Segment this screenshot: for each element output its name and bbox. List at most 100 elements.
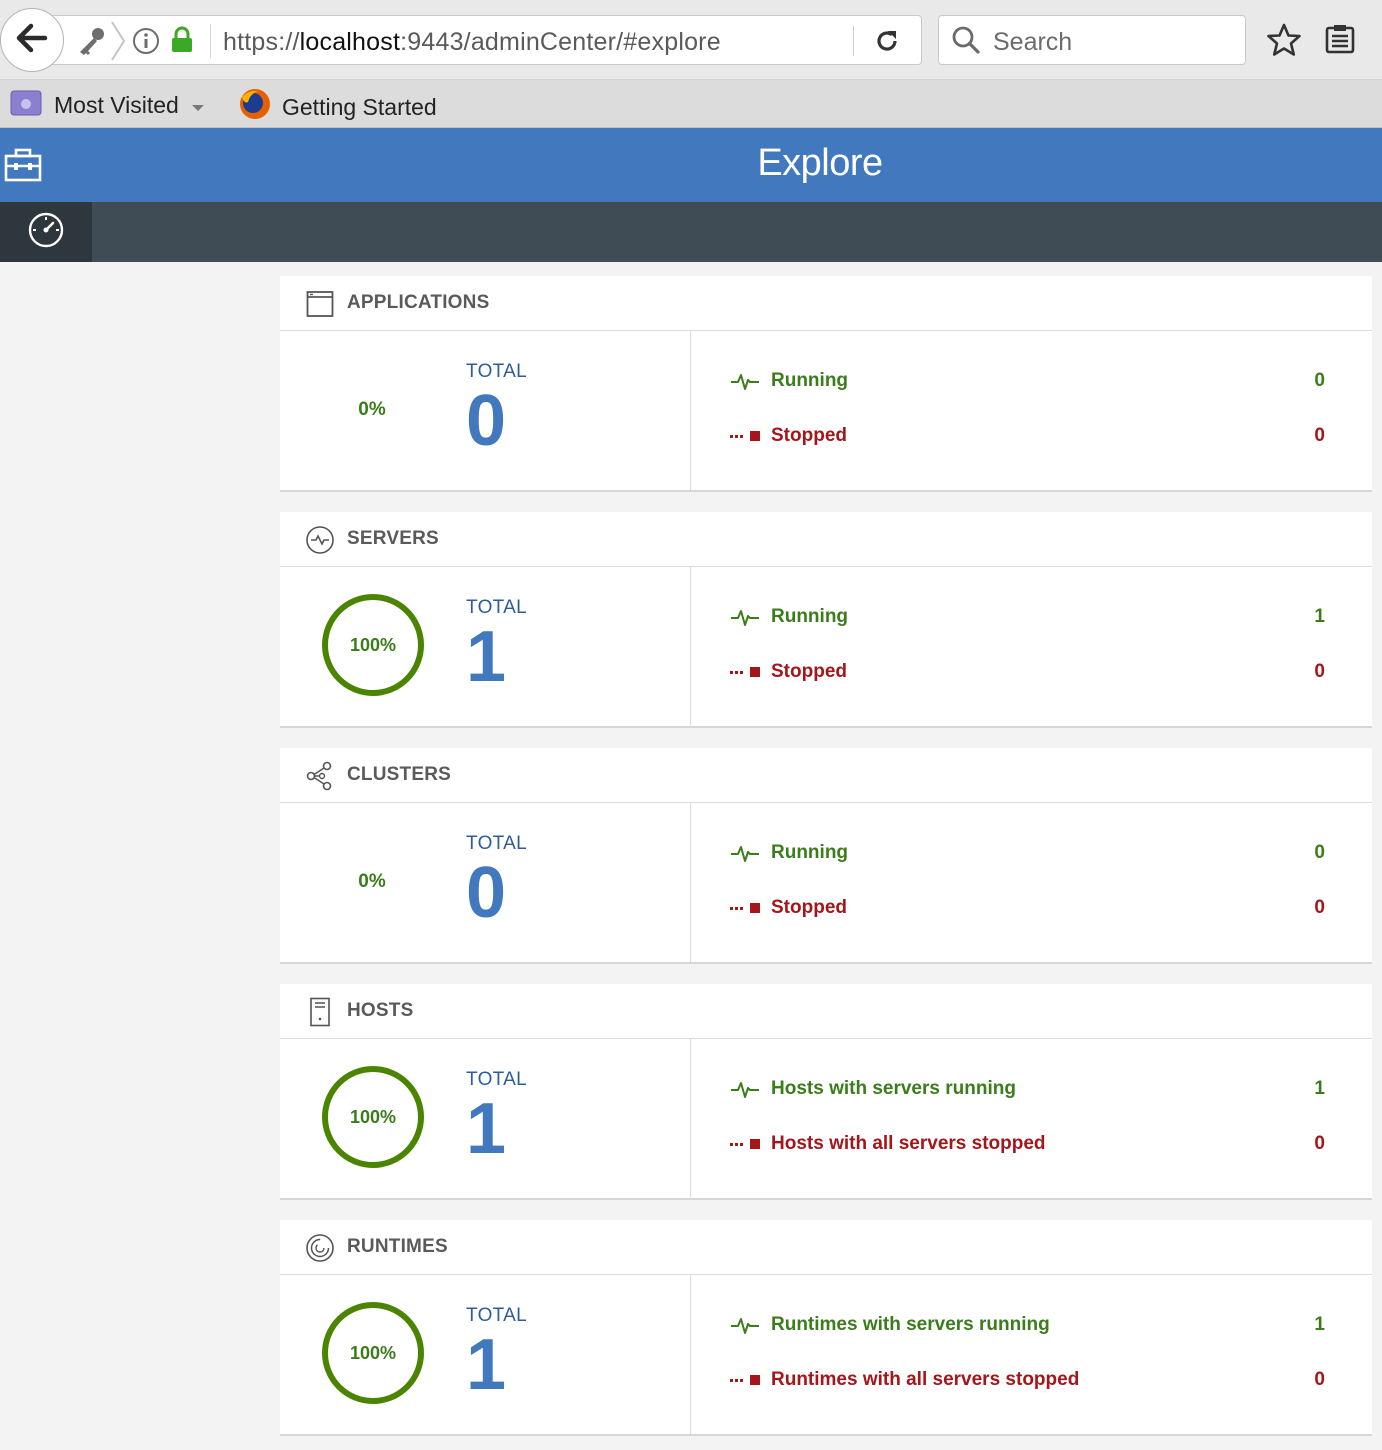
url-text[interactable]: https://localhost:9443/adminCenter/#expl… — [223, 28, 721, 57]
stopped-icon — [730, 1368, 760, 1392]
card-header: APPLICATIONS — [280, 276, 1372, 331]
chevron-down-icon — [191, 92, 205, 119]
url-scheme: https:// — [223, 28, 300, 56]
card-header: CLUSTERS — [280, 748, 1372, 803]
back-button[interactable] — [0, 8, 64, 72]
stopped-icon — [730, 660, 760, 684]
url-separator — [210, 24, 211, 58]
stopped-icon — [730, 424, 760, 448]
reading-list-icon[interactable] — [1324, 23, 1356, 60]
stopped-count: 0 — [1314, 897, 1325, 918]
running-count: 1 — [1314, 1314, 1325, 1335]
heartbeat-icon — [730, 369, 760, 393]
card-divider — [690, 1039, 691, 1198]
card-title: APPLICATIONS — [347, 292, 490, 313]
stopped-icon — [730, 1132, 760, 1156]
card-body: 100% TOTAL 1 Running 1 Stopped 0 — [280, 567, 1372, 726]
stopped-count: 0 — [1314, 1133, 1325, 1154]
heartbeat-icon — [730, 605, 760, 629]
card-body: 0% TOTAL 0 Running 0 Stopped 0 — [280, 331, 1372, 490]
server-icon — [304, 524, 336, 556]
stopped-label: Stopped — [771, 661, 847, 682]
running-row[interactable]: Running 1 — [730, 603, 1330, 631]
running-count: 1 — [1314, 606, 1325, 627]
running-row[interactable]: Running 0 — [730, 367, 1330, 395]
card-body: 100% TOTAL 1 Hosts with servers running … — [280, 1039, 1372, 1198]
card-body: 0% TOTAL 0 Running 0 Stopped 0 — [280, 803, 1372, 962]
bookmark-label: Getting Started — [282, 93, 437, 120]
bookmark-most-visited[interactable]: Most Visited — [10, 88, 205, 122]
reload-separator — [853, 26, 854, 56]
bookmark-label: Most Visited — [54, 91, 179, 118]
card-runtimes[interactable]: RUNTIMES 100% TOTAL 1 Runtimes with serv… — [280, 1220, 1372, 1436]
stopped-label: Hosts with all servers stopped — [771, 1133, 1046, 1154]
lock-icon[interactable] — [170, 26, 194, 59]
card-title: HOSTS — [347, 1000, 414, 1021]
percent-label: 100% — [349, 1342, 397, 1363]
card-clusters[interactable]: CLUSTERS 0% TOTAL 0 Running 0 Stopped 0 — [280, 748, 1372, 964]
percent-label: 100% — [349, 1106, 397, 1127]
stopped-row[interactable]: Runtimes with all servers stopped 0 — [730, 1366, 1330, 1394]
percent-ring: 100% — [322, 1066, 424, 1168]
total-count: 1 — [466, 617, 507, 697]
card-header: HOSTS — [280, 984, 1372, 1039]
card-header: SERVERS — [280, 512, 1372, 567]
card-hosts[interactable]: HOSTS 100% TOTAL 1 Hosts with servers ru… — [280, 984, 1372, 1200]
percent-label: 0% — [358, 871, 386, 892]
running-label: Runtimes with servers running — [771, 1314, 1050, 1335]
firefox-icon — [238, 88, 272, 126]
stopped-row[interactable]: Stopped 0 — [730, 894, 1330, 922]
heartbeat-icon — [730, 841, 760, 865]
card-header: RUNTIMES — [280, 1220, 1372, 1275]
running-count: 1 — [1314, 1078, 1325, 1099]
card-divider — [690, 1275, 691, 1434]
card-servers[interactable]: SERVERS 100% TOTAL 1 Running 1 Stopped 0 — [280, 512, 1372, 728]
running-row[interactable]: Running 0 — [730, 839, 1330, 867]
stopped-label: Stopped — [771, 425, 847, 446]
running-label: Hosts with servers running — [771, 1078, 1016, 1099]
card-divider — [690, 803, 691, 962]
stopped-count: 0 — [1314, 661, 1325, 682]
toolbar — [0, 202, 1382, 262]
card-title: CLUSTERS — [347, 764, 451, 785]
bookmark-getting-started[interactable]: Getting Started — [238, 88, 437, 126]
bookmarks-toolbar: Most Visited Getting Started — [0, 80, 1382, 128]
card-body: 100% TOTAL 1 Runtimes with servers runni… — [280, 1275, 1372, 1434]
total-label: TOTAL — [466, 833, 527, 854]
total-count: 1 — [466, 1325, 507, 1405]
total-count: 1 — [466, 1089, 507, 1169]
search-input[interactable]: Search — [938, 15, 1246, 65]
total-label: TOTAL — [466, 1305, 527, 1326]
info-icon[interactable] — [132, 27, 160, 60]
stopped-count: 0 — [1314, 425, 1325, 446]
stopped-label: Stopped — [771, 897, 847, 918]
percent-label: 0% — [358, 399, 386, 420]
url-bar[interactable]: https://localhost:9443/adminCenter/#expl… — [48, 15, 922, 65]
running-label: Running — [771, 842, 849, 863]
percent-ring: 100% — [322, 1302, 424, 1404]
url-host: localhost — [299, 28, 401, 56]
card-applications[interactable]: APPLICATIONS 0% TOTAL 0 Running 0 Stoppe… — [280, 276, 1372, 492]
cluster-icon — [304, 760, 336, 792]
total-label: TOTAL — [466, 597, 527, 618]
running-row[interactable]: Runtimes with servers running 1 — [730, 1311, 1330, 1339]
total-label: TOTAL — [466, 1069, 527, 1090]
heartbeat-icon — [730, 1077, 760, 1101]
dashboard-gauge-icon — [27, 211, 65, 254]
key-icon[interactable] — [74, 25, 108, 62]
reload-icon[interactable] — [873, 27, 901, 60]
running-row[interactable]: Hosts with servers running 1 — [730, 1075, 1330, 1103]
page-title: Explore — [757, 142, 883, 184]
stopped-row[interactable]: Stopped 0 — [730, 422, 1330, 450]
stopped-row[interactable]: Hosts with all servers stopped 0 — [730, 1130, 1330, 1158]
percent-ring: 100% — [322, 594, 424, 696]
star-bookmark-icon[interactable] — [1266, 23, 1302, 62]
browser-toolbar: https://localhost:9443/adminCenter/#expl… — [0, 0, 1382, 80]
total-label: TOTAL — [466, 361, 527, 382]
stopped-row[interactable]: Stopped 0 — [730, 658, 1330, 686]
runtime-icon — [304, 1232, 336, 1264]
tab-dashboard[interactable] — [0, 202, 92, 262]
running-label: Running — [771, 606, 849, 627]
total-count: 0 — [466, 381, 507, 461]
search-placeholder: Search — [993, 28, 1073, 56]
